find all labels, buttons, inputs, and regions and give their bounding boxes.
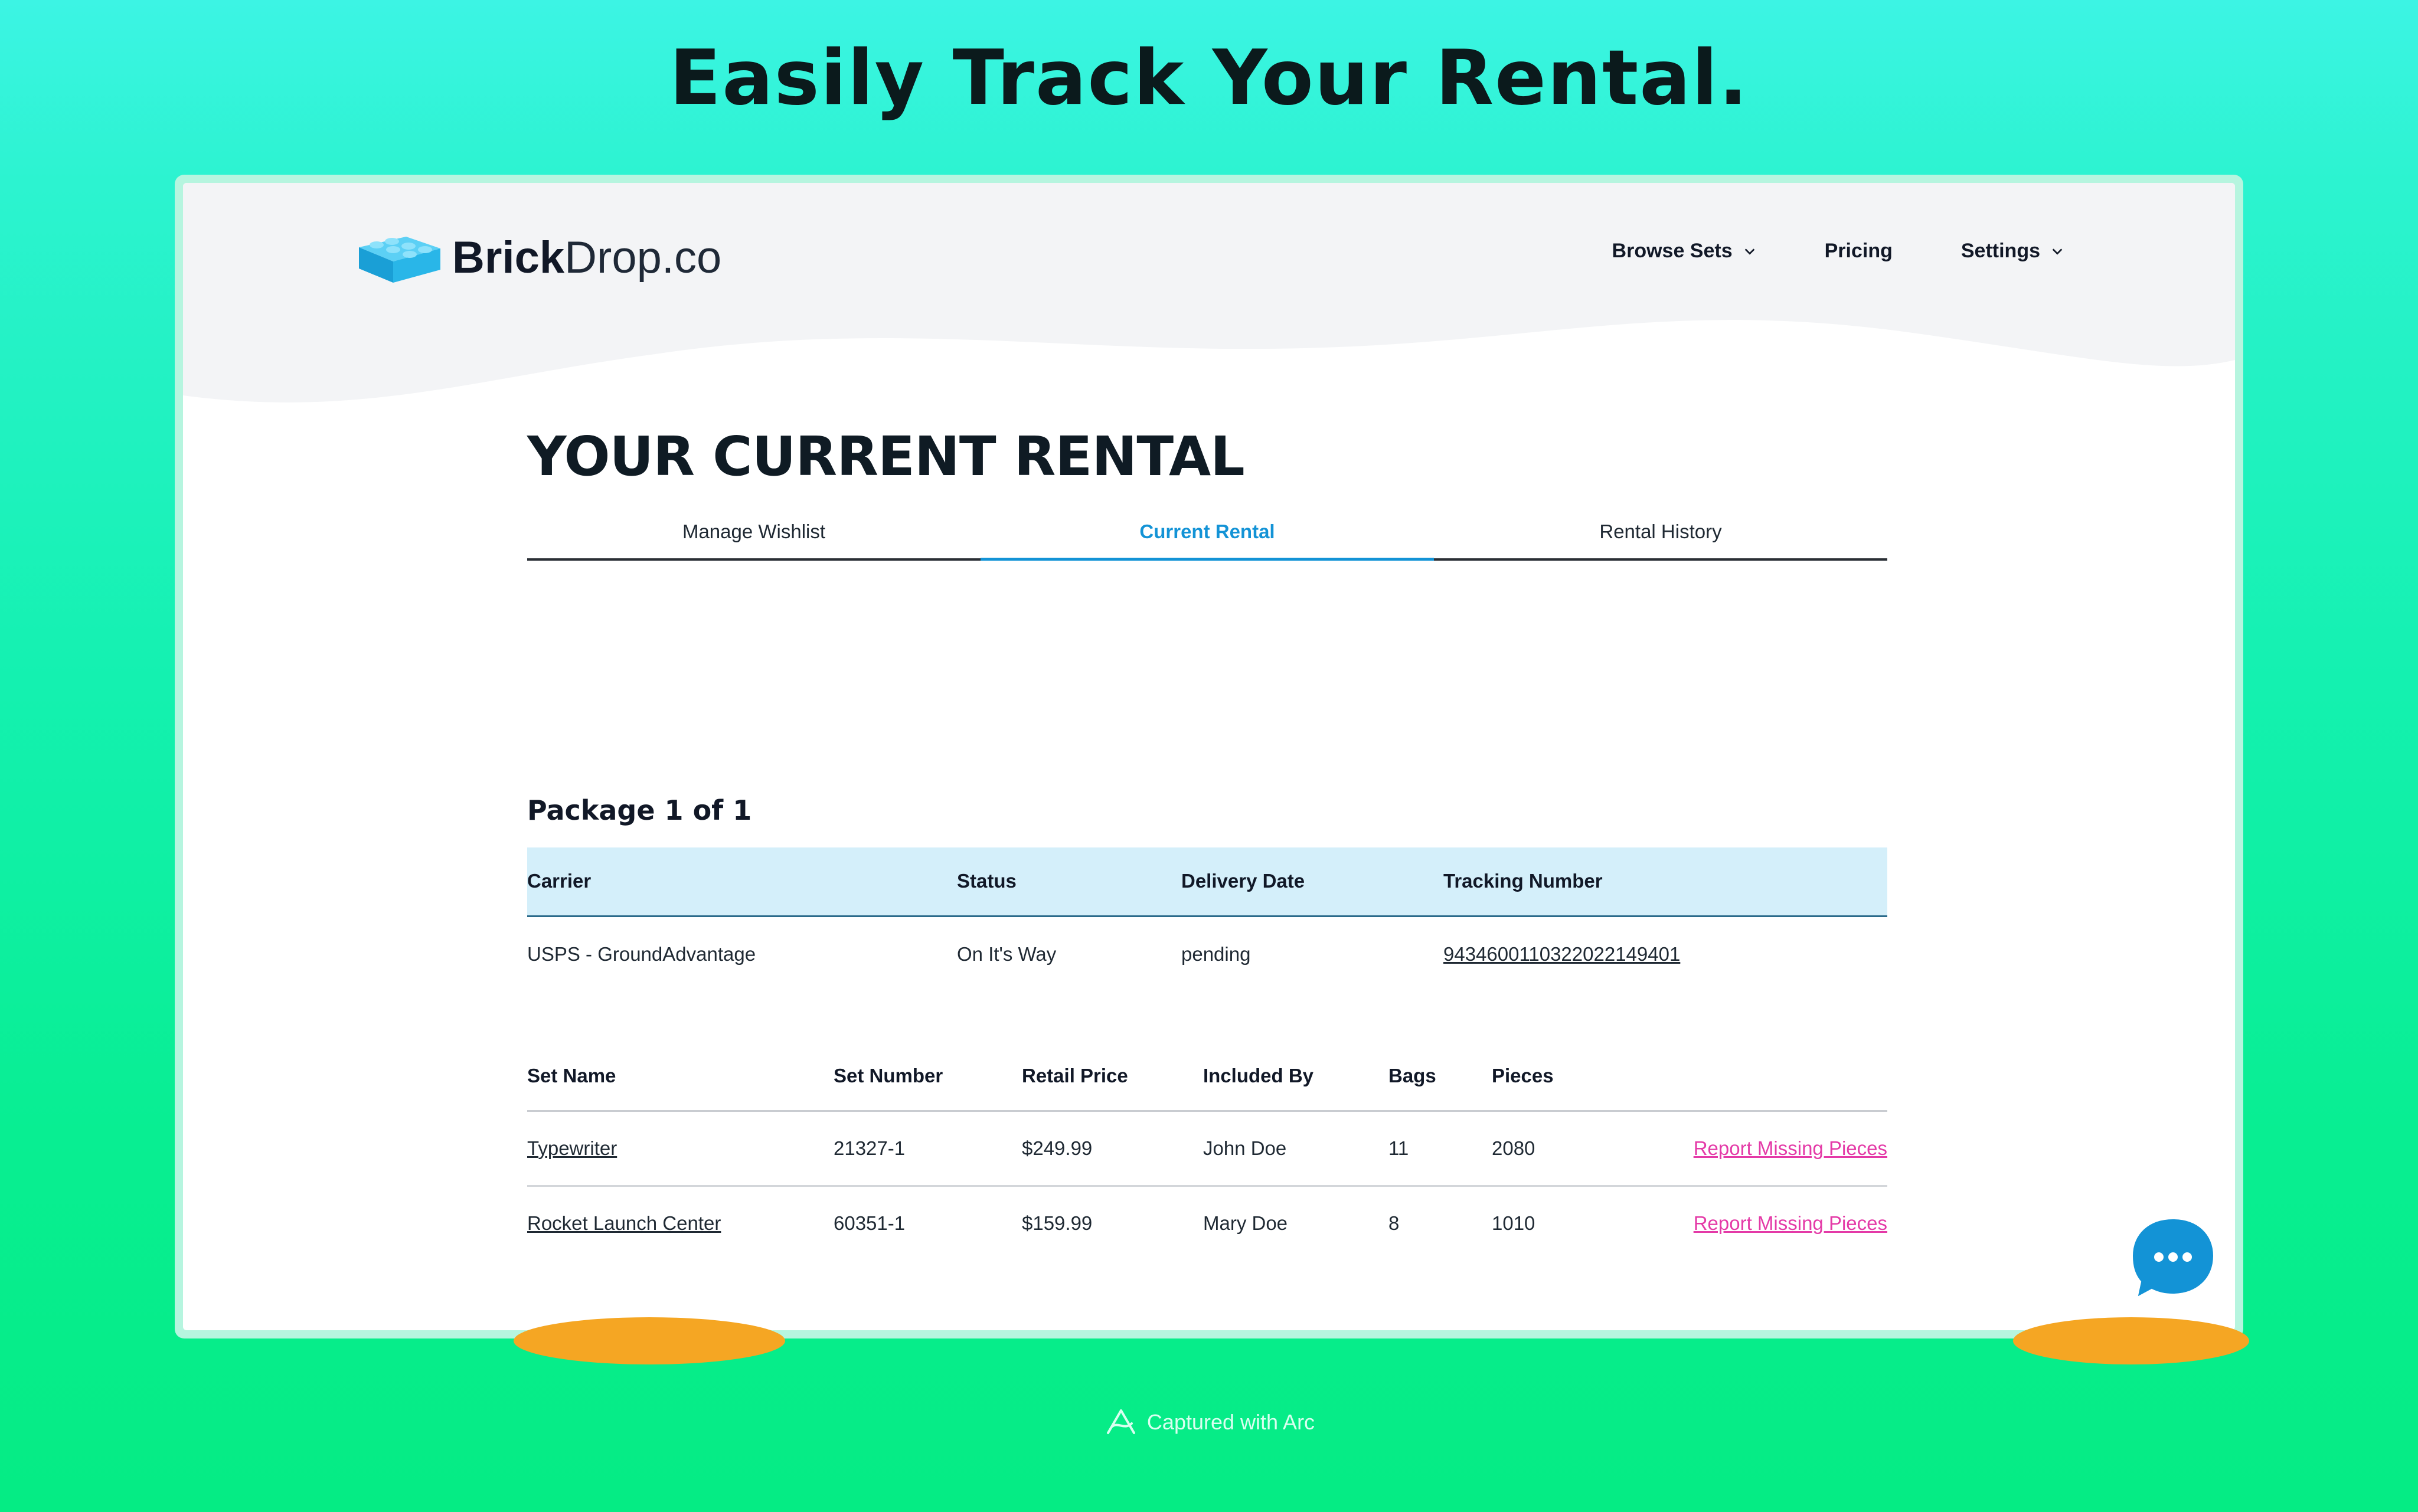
nav-pricing[interactable]: Pricing (1825, 240, 1893, 263)
bags-cell: 8 (1388, 1212, 1400, 1235)
set-name-link[interactable]: Rocket Launch Center (527, 1212, 721, 1234)
nav-settings-label: Settings (1960, 240, 2040, 262)
footer-text: Captured with Arc (1146, 1410, 1315, 1434)
brick-logo-icon (359, 237, 440, 283)
header-pieces: Pieces (1492, 1042, 1687, 1112)
tab-current-rental[interactable]: Current Rental (981, 506, 1434, 561)
delivery-date-cell: pending (1181, 942, 1251, 965)
page: BrickDrop.co Browse Sets Pricing Setting… (183, 183, 2235, 1330)
set-name-cell: Rocket Launch Center (527, 1186, 834, 1261)
navbar: BrickDrop.co Browse Sets Pricing Setting… (183, 183, 2235, 336)
chevron-down-icon (1744, 248, 1754, 255)
sets-table: Set Name Set Number Retail Price Include… (527, 1042, 1887, 1261)
nav-settings[interactable]: Settings (1961, 240, 2064, 263)
report-missing-pieces-link[interactable]: Report Missing Pieces (1694, 1137, 1887, 1159)
carrier-cell: USPS - GroundAdvantage (527, 942, 756, 965)
arc-logo-icon (1106, 1409, 1135, 1434)
action-cell: Report Missing Pieces (1687, 1186, 1887, 1261)
included-by-cell: Mary Doe (1203, 1212, 1288, 1235)
decorative-arc (514, 1317, 785, 1364)
table-row: Typewriter 21327-1 $249.99 John Doe 11 2… (527, 1111, 1887, 1187)
tracking-number-link[interactable]: 9434600110322022149401 (1443, 943, 1680, 965)
brand-brick: Brick (452, 232, 565, 283)
header-bags: Bags (1388, 1042, 1492, 1112)
pieces-cell: 1010 (1492, 1212, 1535, 1235)
header-delivery-date: Delivery Date (1181, 847, 1443, 917)
included-by-cell: John Doe (1203, 1111, 1388, 1187)
action-cell: Report Missing Pieces (1687, 1111, 1887, 1187)
header-carrier: Carrier (527, 847, 957, 917)
set-number-cell: 60351-1 (834, 1212, 906, 1235)
nav-menu: Browse Sets Pricing Settings (1544, 240, 2064, 263)
report-missing-pieces-link[interactable]: Report Missing Pieces (1694, 1212, 1887, 1234)
decorative-arc (2013, 1317, 2249, 1364)
set-number-cell: 21327-1 (834, 1111, 1022, 1187)
header-retail-price: Retail Price (1022, 1042, 1203, 1112)
header-status: Status (957, 847, 1181, 917)
header-included-by: Included By (1203, 1042, 1388, 1112)
nav-browse-sets-label: Browse Sets (1612, 240, 1733, 262)
package-title: Package 1 of 1 (527, 794, 752, 826)
nav-pricing-label: Pricing (1824, 240, 1893, 262)
shipment-table: Carrier Status Delivery Date Tracking Nu… (527, 847, 1887, 991)
brand-name: BrickDrop.co (452, 232, 721, 283)
brand-drop: Drop.co (564, 232, 722, 283)
tab-rental-history[interactable]: Rental History (1434, 506, 1887, 558)
header-tracking-number: Tracking Number (1443, 847, 1887, 917)
brand-logo[interactable]: BrickDrop.co (355, 228, 721, 287)
header-action (1687, 1042, 1887, 1112)
pieces-cell: 2080 (1492, 1111, 1687, 1187)
tab-manage-wishlist[interactable]: Manage Wishlist (527, 506, 981, 558)
shipment-header-row: Carrier Status Delivery Date Tracking Nu… (527, 847, 1887, 917)
browser-frame: BrickDrop.co Browse Sets Pricing Setting… (175, 175, 2243, 1338)
tracking-cell: 9434600110322022149401 (1443, 916, 1887, 991)
headline: Easily Track Your Rental. (669, 34, 1749, 122)
footer: Captured with Arc (0, 1407, 2418, 1438)
retail-price-cell: $249.99 (1022, 1111, 1203, 1187)
bags-cell: 11 (1388, 1111, 1492, 1187)
header-set-name: Set Name (527, 1042, 834, 1112)
set-name-cell: Typewriter (527, 1111, 834, 1187)
chat-icon[interactable] (2129, 1215, 2217, 1302)
tab-bar: Manage Wishlist Current Rental Rental Hi… (527, 506, 1887, 561)
status-cell: On It's Way (957, 942, 1057, 965)
set-name-link[interactable]: Typewriter (527, 1137, 617, 1159)
header-set-number: Set Number (834, 1042, 1022, 1112)
nav-browse-sets[interactable]: Browse Sets (1612, 240, 1756, 263)
sets-header-row: Set Name Set Number Retail Price Include… (527, 1042, 1887, 1112)
page-title: YOUR CURRENT RENTAL (527, 425, 1245, 488)
shipment-row: USPS - GroundAdvantage On It's Way pendi… (527, 916, 1887, 991)
table-row: Rocket Launch Center 60351-1 $159.99 Mar… (527, 1186, 1887, 1261)
retail-price-cell: $159.99 (1022, 1212, 1093, 1235)
chevron-down-icon (2052, 248, 2063, 255)
